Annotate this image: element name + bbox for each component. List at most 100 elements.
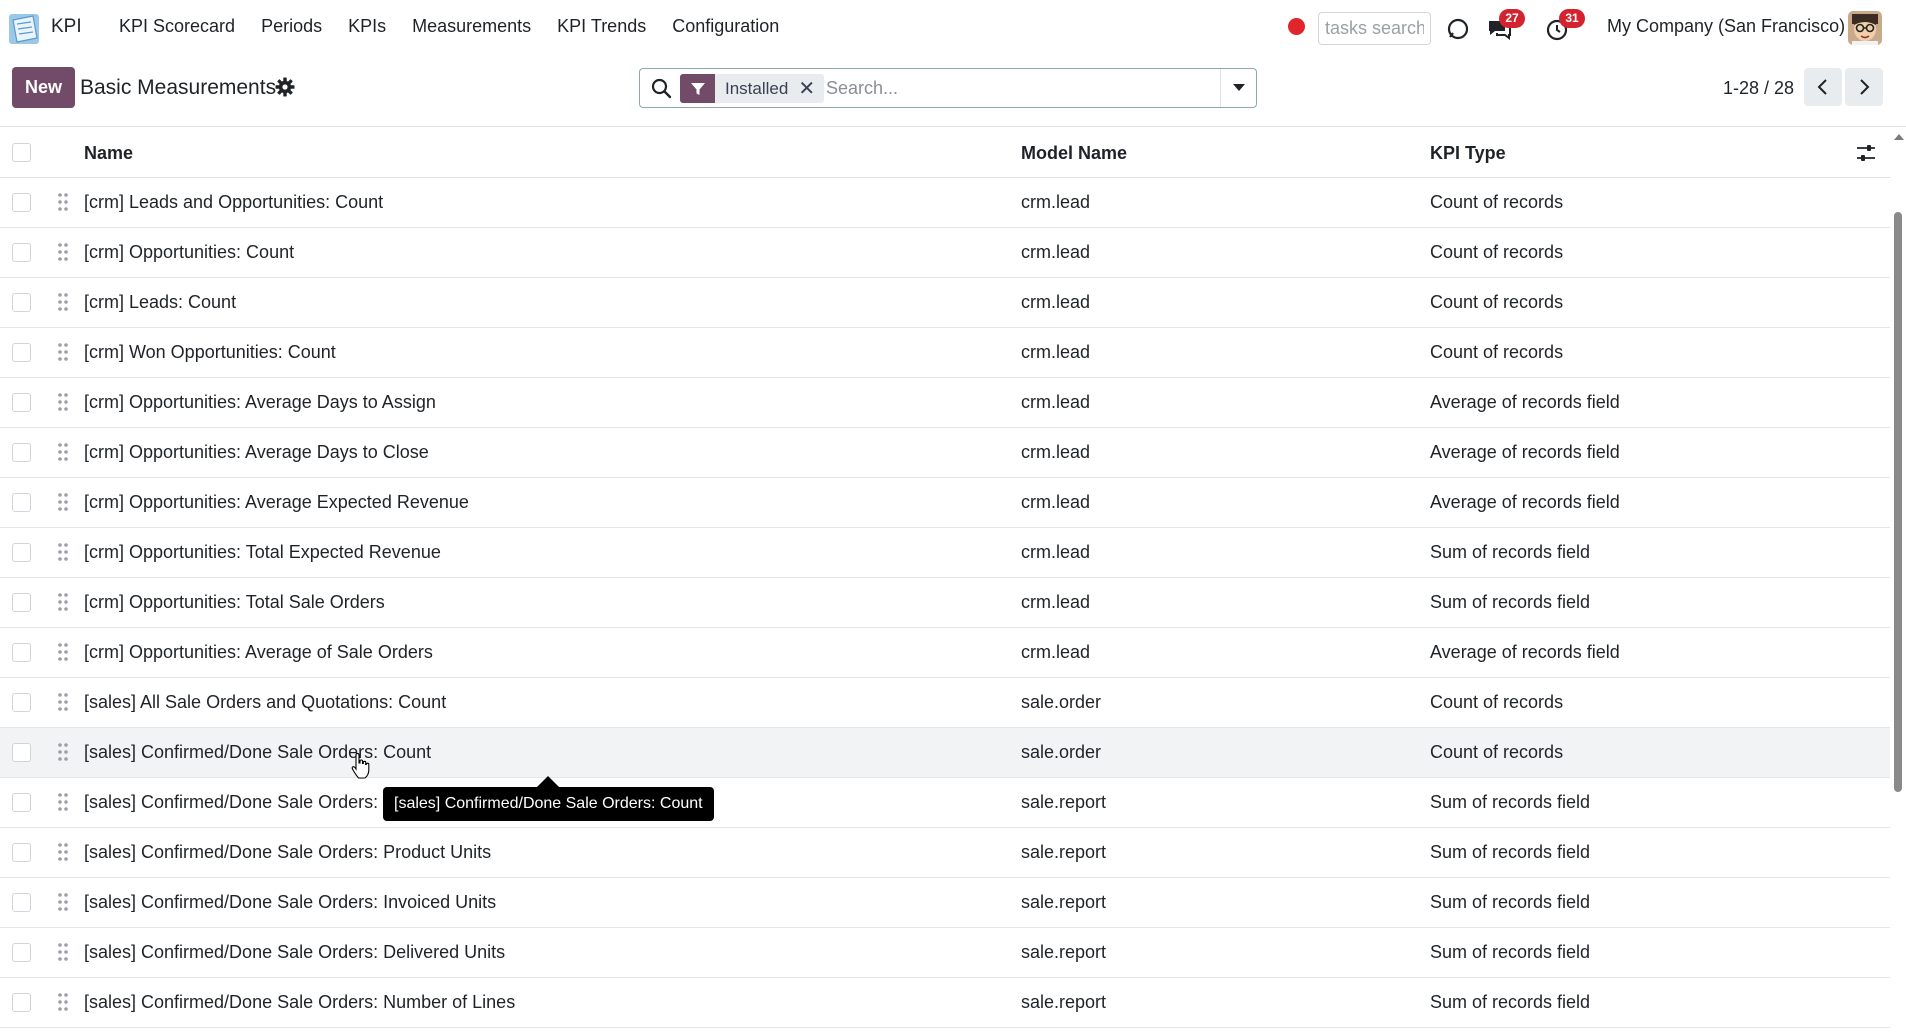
cell-kpi-type[interactable]: Count of records [1430, 192, 1563, 213]
cell-kpi-type[interactable]: Average of records field [1430, 492, 1620, 513]
row-checkbox[interactable] [12, 343, 31, 362]
menu-periods[interactable]: Periods [248, 16, 335, 37]
cell-name[interactable]: [sales] Confirmed/Done Sale Orders: Numb… [84, 992, 515, 1013]
row-checkbox[interactable] [12, 643, 31, 662]
cell-name[interactable]: [sales] All Sale Orders and Quotations: … [84, 692, 446, 713]
drag-handle-icon[interactable] [57, 492, 69, 512]
drag-handle-icon[interactable] [57, 642, 69, 662]
new-button[interactable]: New [12, 67, 75, 108]
optional-columns-sliders-icon[interactable] [1856, 144, 1876, 162]
drag-handle-icon[interactable] [57, 242, 69, 262]
kpi-app-icon[interactable] [7, 12, 41, 46]
cell-name[interactable]: [sales] Confirmed/Done Sale Orders: To [84, 792, 402, 813]
cell-model-name[interactable]: sale.report [1021, 842, 1106, 863]
cell-model-name[interactable]: sale.order [1021, 742, 1101, 763]
cell-kpi-type[interactable]: Sum of records field [1430, 592, 1590, 613]
table-row[interactable]: [sales] All Sale Orders and Quotations: … [0, 678, 1890, 728]
cell-model-name[interactable]: sale.report [1021, 942, 1106, 963]
cell-model-name[interactable]: crm.lead [1021, 392, 1090, 413]
drag-handle-icon[interactable] [57, 992, 69, 1012]
table-row[interactable]: [crm] Opportunities: Total Expected Reve… [0, 528, 1890, 578]
column-header-kpi-type[interactable]: KPI Type [1430, 143, 1506, 164]
table-row[interactable]: [crm] Opportunities: Average Expected Re… [0, 478, 1890, 528]
filter-facet[interactable]: Installed ✕ [680, 74, 825, 103]
search-options-toggle[interactable] [1220, 69, 1256, 107]
drag-handle-icon[interactable] [57, 592, 69, 612]
cell-model-name[interactable]: crm.lead [1021, 342, 1090, 363]
cell-name[interactable]: [crm] Won Opportunities: Count [84, 342, 336, 363]
drag-handle-icon[interactable] [57, 892, 69, 912]
cell-model-name[interactable]: sale.report [1021, 892, 1106, 913]
cell-kpi-type[interactable]: Sum of records field [1430, 842, 1590, 863]
select-all-checkbox[interactable] [12, 143, 31, 162]
recording-indicator-icon[interactable] [1288, 18, 1305, 35]
table-row[interactable]: [sales] Confirmed/Done Sale Orders: Invo… [0, 878, 1890, 928]
drag-handle-icon[interactable] [57, 292, 69, 312]
drag-handle-icon[interactable] [57, 842, 69, 862]
row-checkbox[interactable] [12, 893, 31, 912]
table-row[interactable]: [sales] Confirmed/Done Sale Orders: Prod… [0, 828, 1890, 878]
cell-model-name[interactable]: crm.lead [1021, 192, 1090, 213]
gear-icon[interactable] [275, 77, 295, 97]
cell-name[interactable]: [crm] Leads and Opportunities: Count [84, 192, 383, 213]
cell-kpi-type[interactable]: Count of records [1430, 742, 1563, 763]
remove-facet-close-icon[interactable]: ✕ [798, 76, 824, 101]
cell-kpi-type[interactable]: Sum of records field [1430, 892, 1590, 913]
row-checkbox[interactable] [12, 293, 31, 312]
row-checkbox[interactable] [12, 743, 31, 762]
table-row[interactable]: [sales] Confirmed/Done Sale Orders: Coun… [0, 728, 1890, 778]
row-checkbox[interactable] [12, 793, 31, 812]
menu-kpi-trends[interactable]: KPI Trends [544, 16, 659, 37]
column-header-model-name[interactable]: Model Name [1021, 143, 1127, 164]
cell-kpi-type[interactable]: Count of records [1430, 292, 1563, 313]
cell-model-name[interactable]: crm.lead [1021, 492, 1090, 513]
cell-name[interactable]: [crm] Opportunities: Average Expected Re… [84, 492, 469, 513]
drag-handle-icon[interactable] [57, 692, 69, 712]
table-row[interactable]: [sales] Confirmed/Done Sale Orders: Deli… [0, 928, 1890, 978]
cell-name[interactable]: [crm] Opportunities: Total Expected Reve… [84, 542, 441, 563]
cell-name[interactable]: [sales] Confirmed/Done Sale Orders: Invo… [84, 892, 496, 913]
drag-handle-icon[interactable] [57, 392, 69, 412]
scroll-up-arrow-icon[interactable] [1894, 134, 1904, 140]
cell-model-name[interactable]: sale.report [1021, 992, 1106, 1013]
table-row[interactable]: [crm] Opportunities: Count crm.lead Count … [0, 228, 1890, 278]
row-checkbox[interactable] [12, 493, 31, 512]
cell-name[interactable]: [crm] Leads: Count [84, 292, 236, 313]
menu-configuration[interactable]: Configuration [659, 16, 792, 37]
cell-kpi-type[interactable]: Count of records [1430, 692, 1563, 713]
menu-kpis[interactable]: KPIs [335, 16, 399, 37]
drag-handle-icon[interactable] [57, 192, 69, 212]
table-row[interactable]: [crm] Opportunities: Total Sale Orders cr… [0, 578, 1890, 628]
user-avatar[interactable] [1848, 11, 1882, 45]
cell-model-name[interactable]: crm.lead [1021, 292, 1090, 313]
list-scrollbar[interactable] [1891, 128, 1906, 1034]
tasks-search-input[interactable] [1318, 12, 1431, 45]
drag-handle-icon[interactable] [57, 942, 69, 962]
cell-model-name[interactable]: crm.lead [1021, 242, 1090, 263]
drag-handle-icon[interactable] [57, 792, 69, 812]
discuss-icon[interactable] [1444, 15, 1472, 43]
cell-kpi-type[interactable]: Count of records [1430, 242, 1563, 263]
row-checkbox[interactable] [12, 243, 31, 262]
pager-previous-button[interactable] [1804, 68, 1842, 106]
app-name[interactable]: KPI [51, 16, 82, 38]
cell-model-name[interactable]: crm.lead [1021, 592, 1090, 613]
cell-name[interactable]: [crm] Opportunities: Total Sale Orders [84, 592, 385, 613]
company-switcher[interactable]: My Company (San Francisco) [1607, 16, 1845, 37]
drag-handle-icon[interactable] [57, 442, 69, 462]
messages-button[interactable]: 27 [1485, 9, 1525, 43]
cell-kpi-type[interactable]: Average of records field [1430, 442, 1620, 463]
cell-kpi-type[interactable]: Sum of records field [1430, 792, 1590, 813]
table-row[interactable]: [sales] Confirmed/Done Sale Orders: To sa… [0, 778, 1890, 828]
cell-name[interactable]: [sales] Confirmed/Done Sale Orders: Deli… [84, 942, 505, 963]
cell-kpi-type[interactable]: Sum of records field [1430, 942, 1590, 963]
table-row[interactable]: [crm] Leads: Count crm.lead Count of recor… [0, 278, 1890, 328]
table-row[interactable]: [sales] Confirmed/Done Sale Orders: Numb… [0, 978, 1890, 1028]
row-checkbox[interactable] [12, 543, 31, 562]
cell-kpi-type[interactable]: Sum of records field [1430, 542, 1590, 563]
cell-name[interactable]: [crm] Opportunities: Average Days to Ass… [84, 392, 436, 413]
cell-model-name[interactable]: sale.order [1021, 692, 1101, 713]
row-checkbox[interactable] [12, 693, 31, 712]
row-checkbox[interactable] [12, 993, 31, 1012]
activities-button[interactable]: 31 [1545, 9, 1585, 43]
